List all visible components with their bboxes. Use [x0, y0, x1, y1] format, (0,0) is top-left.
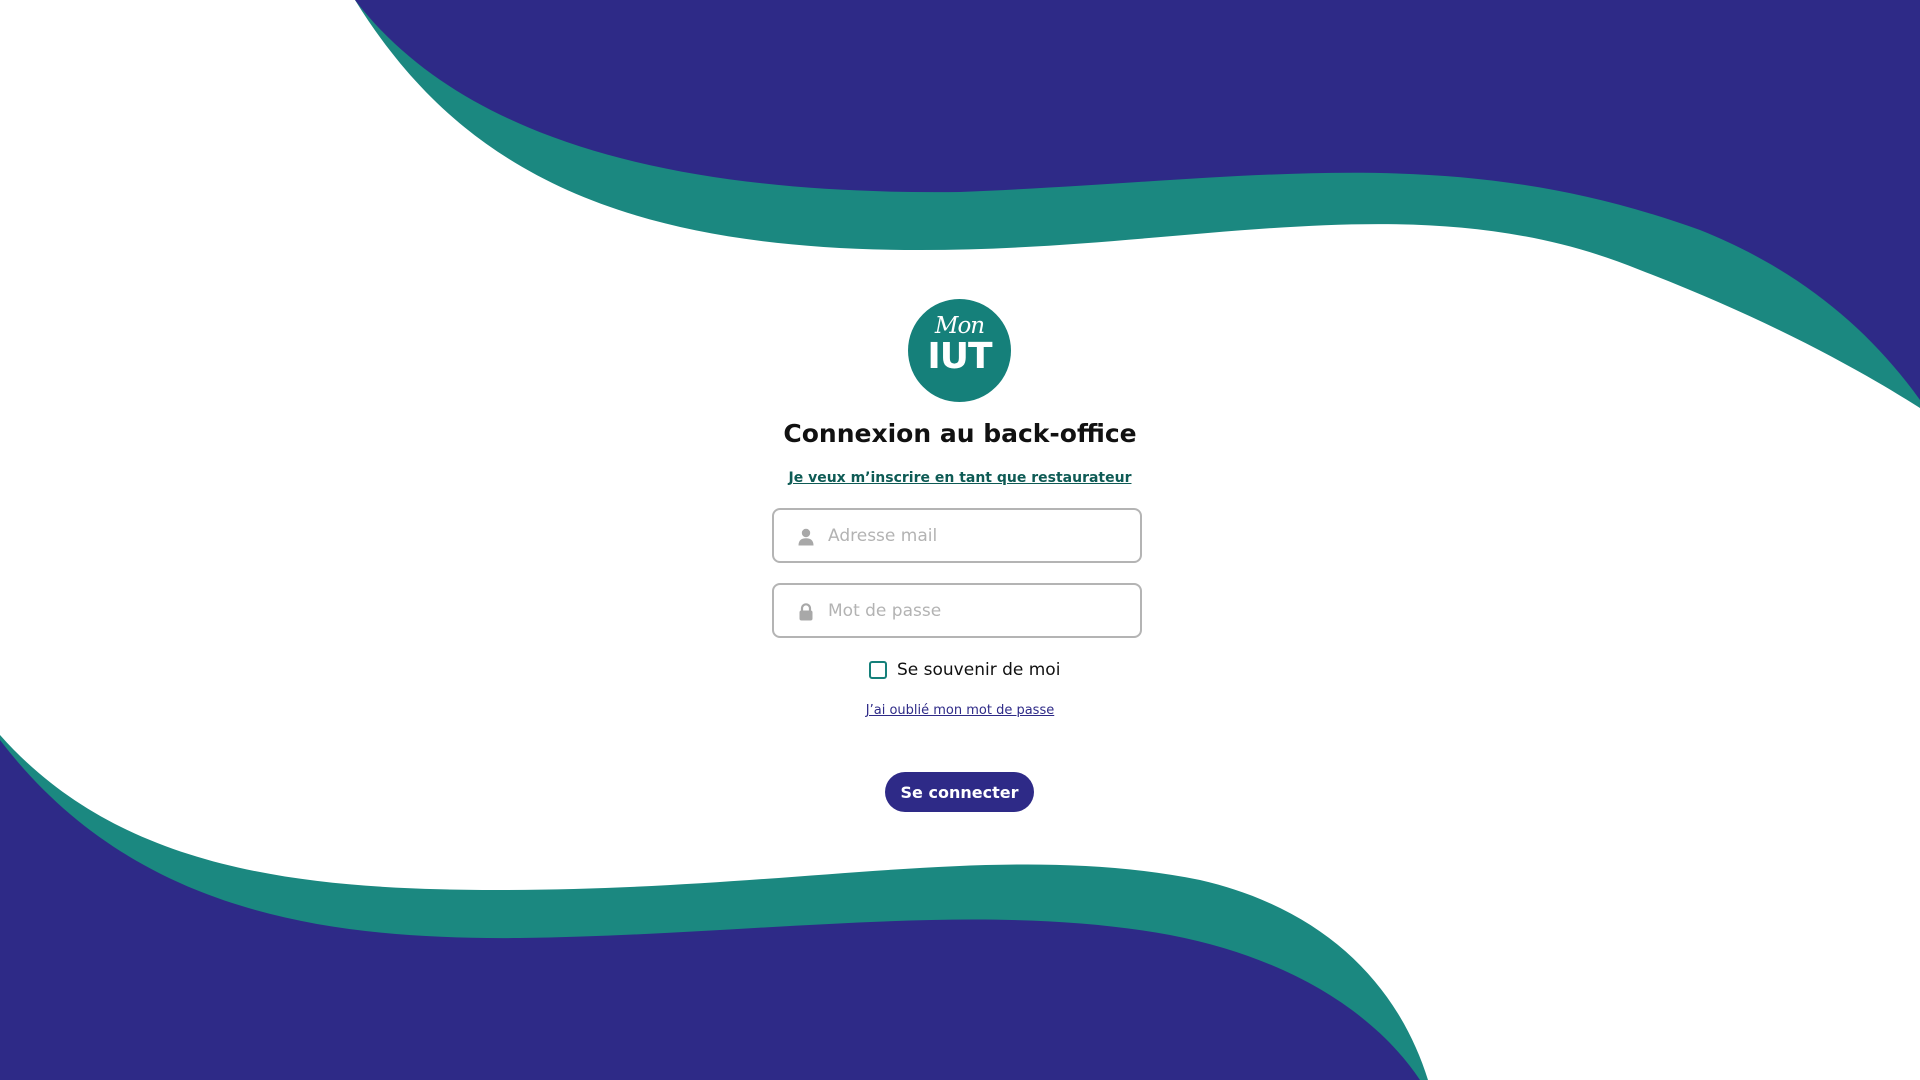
password-field[interactable]: [772, 583, 1142, 638]
remember-me-checkbox[interactable]: [869, 661, 887, 679]
logo-text-iut: IUT: [927, 336, 992, 377]
login-page: Mon IUT Connexion au back-office Je veux…: [0, 0, 1920, 1080]
mon-iut-logo: Mon IUT: [908, 299, 1011, 402]
login-form: Mon IUT Connexion au back-office Je veux…: [0, 0, 1920, 1080]
login-button[interactable]: Se connecter: [885, 772, 1034, 812]
forgot-password-link[interactable]: J’ai oublié mon mot de passe: [660, 703, 1260, 718]
password-input[interactable]: [828, 585, 1128, 636]
lock-icon: [799, 603, 813, 621]
user-icon: [798, 528, 814, 546]
remember-me[interactable]: Se souvenir de moi: [869, 660, 1060, 680]
page-title: Connexion au back-office: [783, 419, 1137, 448]
remember-me-label: Se souvenir de moi: [897, 660, 1061, 680]
register-restaurateur-link[interactable]: Je veux m’inscrire en tant que restaurat…: [660, 470, 1260, 486]
email-field[interactable]: [772, 508, 1142, 563]
email-input[interactable]: [828, 510, 1128, 561]
